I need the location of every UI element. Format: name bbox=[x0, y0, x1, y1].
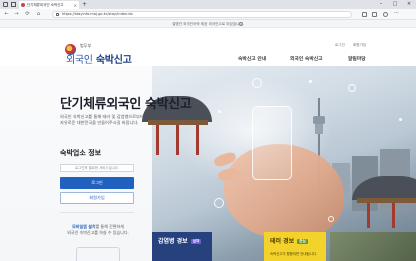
browser-toolbar: ← → ⟳ ⌂ https://stayinfo.moj.go.kr/stay/… bbox=[0, 9, 416, 20]
notice-bar: 질병관 외국인숙박 제공 외국인으로 되었습니다. bbox=[0, 20, 416, 28]
sparkle bbox=[309, 80, 312, 83]
palace-pillar bbox=[392, 203, 395, 228]
nav-notice[interactable]: 알림마당 bbox=[348, 55, 366, 62]
url-text: https://stayinfo.moj.go.kr/stay/index.do bbox=[62, 12, 133, 16]
epidemic-alert-card[interactable]: 감염병 경보 심각 bbox=[152, 232, 212, 261]
hero-description: 외국인 숙박신고를 통해 테러 및 감염병으로부터 자유로운 대한민국을 만들어… bbox=[60, 114, 144, 126]
sparkle bbox=[399, 118, 402, 121]
terror-alert-badge: 관심 bbox=[297, 239, 308, 244]
close-window-button[interactable]: × bbox=[402, 0, 416, 9]
collections-icon[interactable] bbox=[372, 12, 377, 17]
app-install-link[interactable]: 모바일앱 설치 bbox=[72, 224, 95, 229]
bubble bbox=[328, 216, 334, 222]
namsan-tower-base bbox=[315, 124, 323, 134]
favorites-icon[interactable] bbox=[362, 12, 367, 17]
ministry-label: 법무부 bbox=[80, 43, 92, 48]
divider bbox=[60, 212, 134, 213]
sparkle bbox=[218, 110, 221, 113]
site-logo[interactable]: 외국인 숙박신고 bbox=[66, 51, 132, 66]
epidemic-alert-title: 감염병 경보 bbox=[158, 238, 188, 245]
util-join-link[interactable]: 회원가입 bbox=[353, 43, 366, 48]
promo-image-card bbox=[330, 232, 416, 261]
palace-eave bbox=[357, 198, 416, 203]
logo-prefix: 외국인 bbox=[66, 55, 93, 66]
bubble bbox=[348, 84, 356, 92]
app-guide-line2: 외국인 숙박신고를 하실 수 있습니다. bbox=[67, 229, 129, 235]
bubble bbox=[214, 198, 224, 208]
browser-tab[interactable]: 단기체류외국인 숙박신고 × bbox=[19, 1, 79, 9]
window-menu-icon[interactable] bbox=[3, 2, 8, 7]
tab-actions-icon[interactable] bbox=[11, 2, 16, 7]
new-tab-button[interactable]: + bbox=[82, 0, 87, 9]
tab-close-icon[interactable]: × bbox=[74, 3, 77, 8]
more-icon[interactable]: ⋯ bbox=[394, 11, 399, 16]
palace-pillar bbox=[196, 125, 199, 155]
app-guide-rest: 를 통해 간편하게 bbox=[95, 224, 124, 229]
back-button[interactable]: ← bbox=[3, 11, 10, 18]
nav-stay-guide[interactable]: 숙박신고 안내 bbox=[238, 55, 266, 62]
hero-desc-line2: 자유로운 대한민국을 만들어주시길 바랍니다. bbox=[60, 120, 139, 126]
minimize-button[interactable]: – bbox=[374, 0, 388, 9]
login-button[interactable]: 로그인 bbox=[60, 177, 134, 189]
terror-alert-title: 테러 경보 bbox=[270, 238, 295, 245]
namsan-tower-head bbox=[313, 116, 325, 124]
maximize-button[interactable]: □ bbox=[388, 0, 402, 9]
accommodation-info-field[interactable]: 로그인후 필요한 서비스입니다. bbox=[60, 164, 134, 172]
palace-pillar bbox=[176, 125, 179, 155]
browser-tabbar: 단기체류외국인 숙박신고 × + – □ × bbox=[0, 0, 416, 9]
phone-outline bbox=[252, 106, 292, 180]
util-login-link[interactable]: 로그인 bbox=[335, 43, 345, 48]
panel-title: 숙박업소 정보 bbox=[60, 149, 102, 157]
profile-icon[interactable] bbox=[383, 12, 388, 17]
reload-button[interactable]: ⟳ bbox=[24, 11, 31, 18]
palace-pillar bbox=[367, 203, 370, 228]
nav-stay-report[interactable]: 외국인 숙박신고 bbox=[290, 55, 323, 62]
home-button[interactable]: ⌂ bbox=[35, 11, 42, 18]
epidemic-alert-badge: 심각 bbox=[190, 239, 202, 244]
forward-button[interactable]: → bbox=[13, 11, 20, 18]
favicon-icon bbox=[21, 3, 25, 7]
lock-icon bbox=[56, 13, 59, 16]
hero-title: 단기체류외국인 숙박신고 bbox=[60, 97, 192, 112]
terror-alert-sub: 숙박신고가 활용되면 안내됩니다. bbox=[270, 252, 317, 256]
bubble bbox=[252, 78, 262, 88]
app-download-button[interactable] bbox=[76, 247, 120, 261]
logo-main: 숙박신고 bbox=[95, 55, 132, 66]
notice-close-icon[interactable] bbox=[239, 22, 243, 26]
tab-title: 단기체류외국인 숙박신고 bbox=[27, 2, 64, 7]
join-button[interactable]: 회원가입 bbox=[60, 192, 134, 204]
app-guide-text: 모바일앱 설치를 통해 간편하게 외국인 숙박신고를 하실 수 있습니다. bbox=[58, 224, 138, 236]
address-bar[interactable]: https://stayinfo.moj.go.kr/stay/index.do bbox=[52, 11, 352, 18]
terror-alert-card[interactable]: 테러 경보 관심 숙박신고가 활용되면 안내됩니다. bbox=[264, 232, 326, 261]
palace-pillar bbox=[156, 125, 159, 155]
